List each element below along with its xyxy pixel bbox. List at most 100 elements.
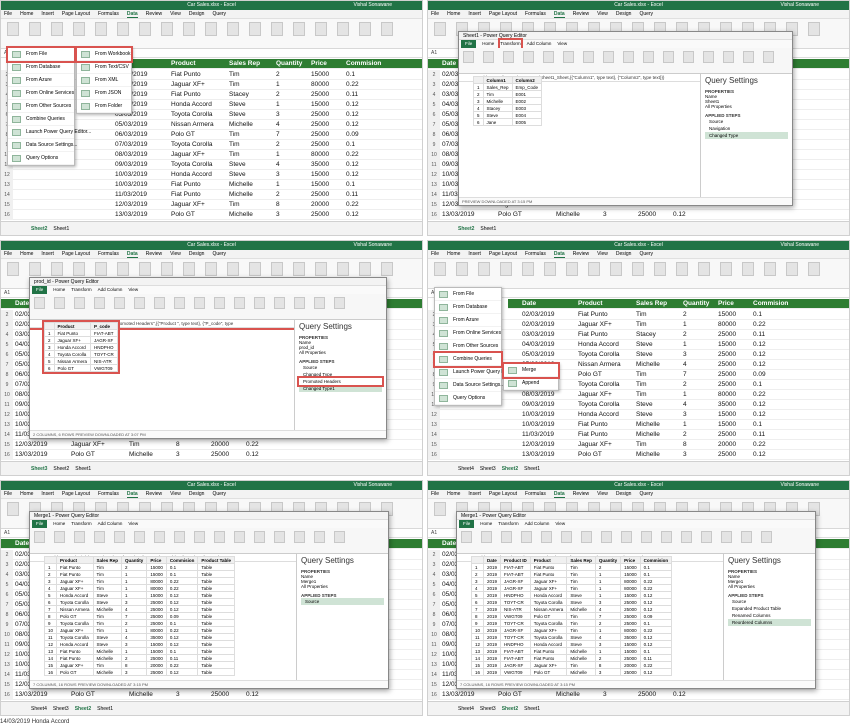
- pq-ribbon-button[interactable]: [561, 531, 572, 543]
- cell[interactable]: Toyota Corolla: [578, 380, 620, 390]
- cell[interactable]: Polo GT: [578, 450, 602, 460]
- ribbon-tab-page-layout[interactable]: Page Layout: [489, 490, 517, 498]
- pq-ribbon-button[interactable]: [563, 51, 574, 63]
- cell[interactable]: Polo GT: [529, 612, 568, 620]
- pq-ribbon-button[interactable]: [74, 297, 85, 309]
- cell[interactable]: Tim: [92, 577, 123, 585]
- cell[interactable]: 0.1: [639, 570, 673, 578]
- cell[interactable]: 7: [683, 370, 687, 380]
- ribbon-tab-view[interactable]: View: [597, 10, 608, 18]
- cell[interactable]: Honda Accord: [578, 340, 619, 350]
- pq-ribbon-button[interactable]: [581, 531, 592, 543]
- cell[interactable]: E002: [511, 97, 543, 105]
- pq-ribbon-button[interactable]: [721, 531, 732, 543]
- cell[interactable]: Steve: [636, 400, 653, 410]
- cell[interactable]: Tim: [92, 584, 123, 592]
- cell[interactable]: 80000: [620, 577, 641, 585]
- pq-tab-view[interactable]: View: [128, 286, 138, 294]
- pq-ribbon-button[interactable]: [294, 531, 305, 543]
- menu-item-5[interactable]: Combine Queries: [433, 351, 503, 368]
- cell[interactable]: Michelle: [482, 97, 513, 105]
- cell[interactable]: Fiat Punto: [578, 330, 608, 340]
- menu-item-4[interactable]: From Other Sources: [435, 340, 501, 353]
- ribbon-button[interactable]: [73, 22, 85, 36]
- column-header[interactable]: Sales Rep: [92, 556, 123, 564]
- cell[interactable]: 25000: [620, 605, 641, 613]
- cell[interactable]: 15000: [718, 420, 736, 430]
- pq-ribbon-button[interactable]: [314, 531, 325, 543]
- cell[interactable]: Table: [197, 605, 236, 613]
- pq-ribbon-button[interactable]: [254, 297, 265, 309]
- cell[interactable]: Toyota Corolla: [529, 619, 568, 627]
- cell[interactable]: 25000: [146, 598, 167, 606]
- cell[interactable]: Michelle: [636, 360, 660, 370]
- cell[interactable]: Tim: [566, 661, 596, 669]
- ribbon-tab-page-layout[interactable]: Page Layout: [62, 250, 90, 258]
- cell[interactable]: Steve: [566, 633, 596, 641]
- cell[interactable]: Tim: [566, 612, 596, 620]
- column-header[interactable]: Date: [483, 556, 502, 564]
- ribbon-button[interactable]: [359, 262, 371, 276]
- sheet-tab[interactable]: Sheet4: [458, 706, 474, 712]
- cell[interactable]: 0.12: [165, 633, 199, 641]
- cell[interactable]: 15000: [311, 170, 329, 180]
- cell[interactable]: Fiat Punto: [578, 310, 608, 320]
- cell[interactable]: 4: [276, 120, 280, 130]
- cell[interactable]: 0.12: [246, 450, 259, 460]
- sheet-tab[interactable]: Sheet1: [53, 226, 69, 232]
- column-header[interactable]: Quantity: [594, 556, 622, 564]
- cell[interactable]: 4: [594, 605, 622, 613]
- sheet-tab[interactable]: Sheet3: [480, 466, 496, 472]
- cell[interactable]: VWGT09: [500, 668, 531, 676]
- pq-ribbon-button[interactable]: [623, 51, 634, 63]
- ribbon-tab-formulas[interactable]: Formulas: [525, 490, 546, 498]
- cell[interactable]: 3: [603, 690, 607, 700]
- ribbon-tab-data[interactable]: Data: [553, 10, 565, 18]
- pq-tab-view[interactable]: View: [128, 520, 138, 528]
- ribbon-tab-page-layout[interactable]: Page Layout: [62, 490, 90, 498]
- cell[interactable]: Jaguar XF+: [56, 577, 94, 585]
- cell[interactable]: 2: [683, 310, 687, 320]
- cell[interactable]: Steve: [92, 640, 123, 648]
- pq-tab-transform[interactable]: Transform: [71, 520, 91, 528]
- ribbon-tab-data[interactable]: Data: [553, 250, 565, 258]
- pq-tab-add-column[interactable]: Add Column: [525, 520, 550, 528]
- applied-step[interactable]: Source: [705, 118, 788, 125]
- cell[interactable]: Michelle: [92, 654, 123, 662]
- ribbon-button[interactable]: [249, 262, 261, 276]
- cell[interactable]: Michelle: [566, 647, 596, 655]
- cell[interactable]: 25000: [718, 360, 736, 370]
- cell[interactable]: Jane: [482, 118, 513, 126]
- cell[interactable]: 0.1: [639, 647, 673, 655]
- ribbon-button[interactable]: [227, 262, 239, 276]
- pq-ribbon-button[interactable]: [254, 531, 265, 543]
- pq-ribbon-button[interactable]: [214, 531, 225, 543]
- ribbon-button[interactable]: [183, 262, 195, 276]
- cell[interactable]: Polo GT: [71, 690, 95, 700]
- pq-ribbon-button[interactable]: [463, 51, 474, 63]
- cell[interactable]: Michelle: [556, 210, 580, 220]
- cell[interactable]: 25000: [311, 120, 329, 130]
- cell[interactable]: 80000: [311, 150, 329, 160]
- pq-ribbon-button[interactable]: [214, 297, 225, 309]
- cell[interactable]: 0.12: [639, 591, 673, 599]
- ribbon-tab-home[interactable]: Home: [20, 250, 33, 258]
- cell[interactable]: VWGT09: [500, 612, 531, 620]
- ribbon-button[interactable]: [764, 262, 776, 276]
- menu-item-7[interactable]: Data Source Settings...: [8, 139, 77, 152]
- cell[interactable]: 13/03/2019: [442, 690, 475, 700]
- cell[interactable]: JAGR-XF: [500, 584, 531, 592]
- cell[interactable]: 2019: [483, 647, 502, 655]
- ribbon-button[interactable]: [161, 262, 173, 276]
- cell[interactable]: 0.12: [753, 360, 766, 370]
- cell[interactable]: 0.22: [753, 390, 766, 400]
- cell[interactable]: Sales_Rep: [482, 83, 513, 91]
- pq-ribbon-button[interactable]: [521, 531, 532, 543]
- ribbon-button[interactable]: [73, 262, 85, 276]
- cell[interactable]: 25000: [718, 380, 736, 390]
- ribbon-tab-file[interactable]: File: [4, 250, 12, 258]
- pq-ribbon-button[interactable]: [174, 297, 185, 309]
- submenu-item-1[interactable]: From Text/CSV: [77, 61, 131, 74]
- cell[interactable]: Tim: [636, 310, 647, 320]
- ribbon-button[interactable]: [478, 262, 490, 276]
